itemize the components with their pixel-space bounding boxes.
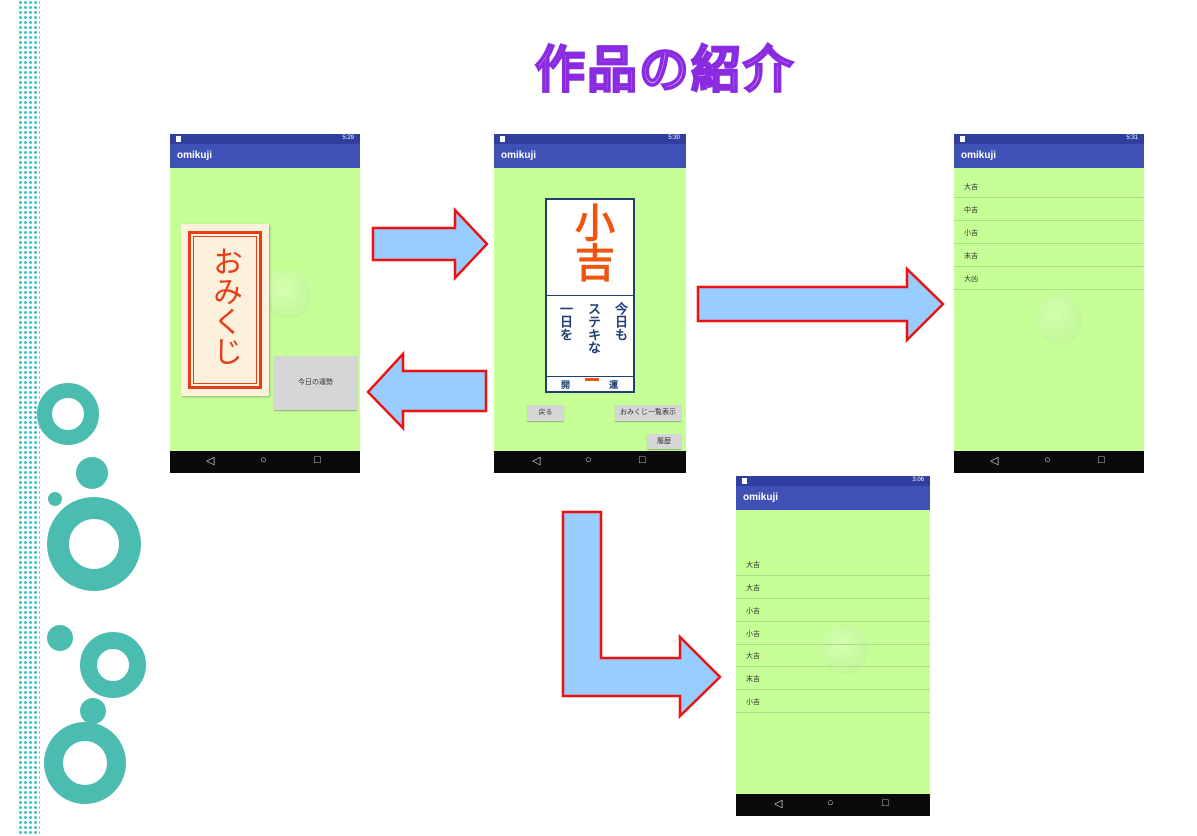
back-icon[interactable]: ◁ (774, 797, 782, 810)
left-arrow-result-to-home (366, 350, 488, 432)
fortune-result: 小吉 (568, 202, 614, 282)
list-item[interactable]: 大吉 (736, 644, 930, 667)
navigation-bar: ◁ ○ □ (494, 451, 686, 473)
list-item[interactable]: 中吉 (954, 198, 1144, 221)
clock: 5:29 (342, 135, 354, 141)
list-item[interactable]: 大吉 (736, 553, 930, 576)
navigation-bar: ◁ ○ □ (170, 451, 360, 473)
list-item[interactable]: 小吉 (954, 221, 1144, 244)
app-title: omikuji (743, 492, 779, 503)
sim-icon (500, 136, 505, 142)
omikuji-card[interactable]: おみくじ (181, 224, 269, 396)
back-button[interactable]: 戻る (527, 405, 564, 421)
status-bar: 3:06 (736, 476, 930, 486)
fortune-message-line: 今日も (612, 302, 627, 341)
clock: 3:06 (912, 477, 924, 483)
recent-apps-icon[interactable]: □ (639, 454, 646, 466)
home-icon[interactable]: ○ (827, 797, 834, 809)
list-item[interactable]: 末吉 (736, 667, 930, 690)
bend-arrow-result-to-history (561, 510, 722, 719)
recent-apps-icon[interactable]: □ (882, 797, 889, 809)
apple-watermark-icon (1036, 294, 1082, 344)
recent-apps-icon[interactable]: □ (1098, 454, 1105, 466)
sim-icon (742, 478, 747, 484)
app-bar: omikuji (736, 486, 930, 510)
sim-icon (176, 136, 181, 142)
phone-screen-omikuji-list: 5:31 omikuji 大吉 中吉 小吉 末吉 大凶 ◁ ○ □ (954, 134, 1144, 473)
recent-apps-icon[interactable]: □ (314, 454, 321, 466)
app-bar: omikuji (494, 144, 686, 168)
back-icon[interactable]: ◁ (206, 454, 214, 467)
status-bar: 5:29 (170, 134, 360, 144)
slip-footer-right: 運 (609, 380, 619, 390)
list-item[interactable]: 末吉 (954, 244, 1144, 267)
app-title: omikuji (177, 150, 213, 161)
right-arrow-result-to-list (696, 266, 945, 344)
app-title: omikuji (501, 150, 537, 161)
back-icon[interactable]: ◁ (990, 454, 998, 467)
apple-watermark-icon (265, 269, 311, 319)
slip-footer-left: 開 (561, 380, 571, 390)
status-bar: 5:31 (954, 134, 1144, 144)
list-item[interactable]: 小吉 (736, 690, 930, 713)
phone-screen-result: 5:30 omikuji 小吉 今日も ステキな 一日を 開 運 戻る おみくじ… (494, 134, 686, 473)
app-title: omikuji (961, 150, 997, 161)
fortune-slip: 小吉 今日も ステキな 一日を 開 運 (545, 198, 635, 393)
right-arrow-home-to-result (371, 206, 489, 282)
app-bar: omikuji (954, 144, 1144, 168)
back-icon[interactable]: ◁ (532, 454, 540, 467)
list-item[interactable]: 小吉 (736, 622, 930, 645)
list-item[interactable]: 大吉 (954, 175, 1144, 198)
list-item[interactable]: 大凶 (954, 267, 1144, 290)
todays-fortune-button[interactable]: 今日の運勢 (274, 356, 357, 410)
navigation-bar: ◁ ○ □ (736, 794, 930, 816)
home-icon[interactable]: ○ (260, 454, 267, 466)
show-omikuji-list-button[interactable]: おみくじ一覧表示 (615, 405, 681, 421)
clock: 5:30 (668, 135, 680, 141)
history-button[interactable]: 履歴 (647, 434, 681, 449)
card-text: おみくじ (207, 246, 242, 366)
status-bar: 5:30 (494, 134, 686, 144)
fortune-message-line: ステキな (585, 302, 600, 354)
home-icon[interactable]: ○ (585, 454, 592, 466)
fortune-message-line: 一日を (557, 302, 572, 341)
home-icon[interactable]: ○ (1044, 454, 1051, 466)
phone-screen-home: 5:29 omikuji おみくじ 今日の運勢 ◁ ○ □ (170, 134, 360, 473)
phone-screen-history: 3:06 omikuji 大吉 大吉 小吉 小吉 大吉 末吉 小吉 ◁ ○ □ (736, 476, 930, 816)
app-bar: omikuji (170, 144, 360, 168)
torii-icon (585, 378, 599, 388)
list-item[interactable]: 小吉 (736, 599, 930, 622)
clock: 5:31 (1126, 135, 1138, 141)
list-item[interactable]: 大吉 (736, 576, 930, 599)
navigation-bar: ◁ ○ □ (954, 451, 1144, 473)
sim-icon (960, 136, 965, 142)
